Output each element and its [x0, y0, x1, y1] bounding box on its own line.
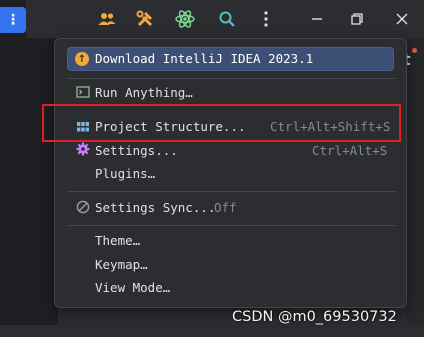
minimize-icon[interactable] — [306, 8, 328, 30]
more-icon[interactable] — [255, 8, 277, 30]
menu-item-label: Plugins… — [95, 166, 156, 181]
menu-item-label: Keymap… — [95, 257, 148, 272]
restore-icon[interactable] — [346, 8, 368, 30]
menu-separator — [67, 225, 396, 226]
menu-item-shortcut: Ctrl+Alt+S — [312, 143, 388, 158]
notification-dot — [412, 48, 417, 53]
menu-item-label: Settings... — [95, 143, 178, 158]
menu-item-label: Run Anything… — [95, 85, 193, 100]
search-icon[interactable] — [216, 8, 238, 30]
title-toolbar — [26, 0, 424, 38]
annotation-highlight-box — [42, 104, 401, 142]
arrow-up-icon: ↑ — [75, 52, 89, 66]
status-bar — [0, 325, 424, 337]
sync-off-icon — [76, 200, 90, 214]
right-tool-strip — [406, 38, 424, 337]
build-tools-icon[interactable] — [134, 8, 156, 30]
user-group-icon[interactable] — [96, 8, 118, 30]
left-tool-strip — [0, 0, 58, 337]
menu-item-label: Theme… — [95, 233, 141, 248]
gear-icon — [76, 142, 90, 156]
banner-label: Download IntelliJ IDEA 2023.1 — [95, 51, 314, 66]
terminal-icon — [76, 86, 90, 98]
watermark: CSDN @m0_69530732 — [232, 309, 397, 325]
close-icon[interactable] — [391, 8, 413, 30]
atom-plugin-icon[interactable] — [174, 8, 196, 30]
menu-separator — [67, 191, 396, 192]
main-menu-button[interactable]: ⋮ — [0, 7, 26, 33]
menu-separator — [67, 78, 396, 79]
main-menu-popup: ↑ Download IntelliJ IDEA 2023.1 Run Anyt… — [54, 38, 407, 308]
settings-sync-status: Off — [214, 200, 237, 215]
download-update-banner[interactable]: ↑ Download IntelliJ IDEA 2023.1 — [67, 47, 394, 71]
menu-item-label: Settings Sync... — [95, 200, 216, 215]
menu-item-label: View Mode… — [95, 280, 171, 295]
